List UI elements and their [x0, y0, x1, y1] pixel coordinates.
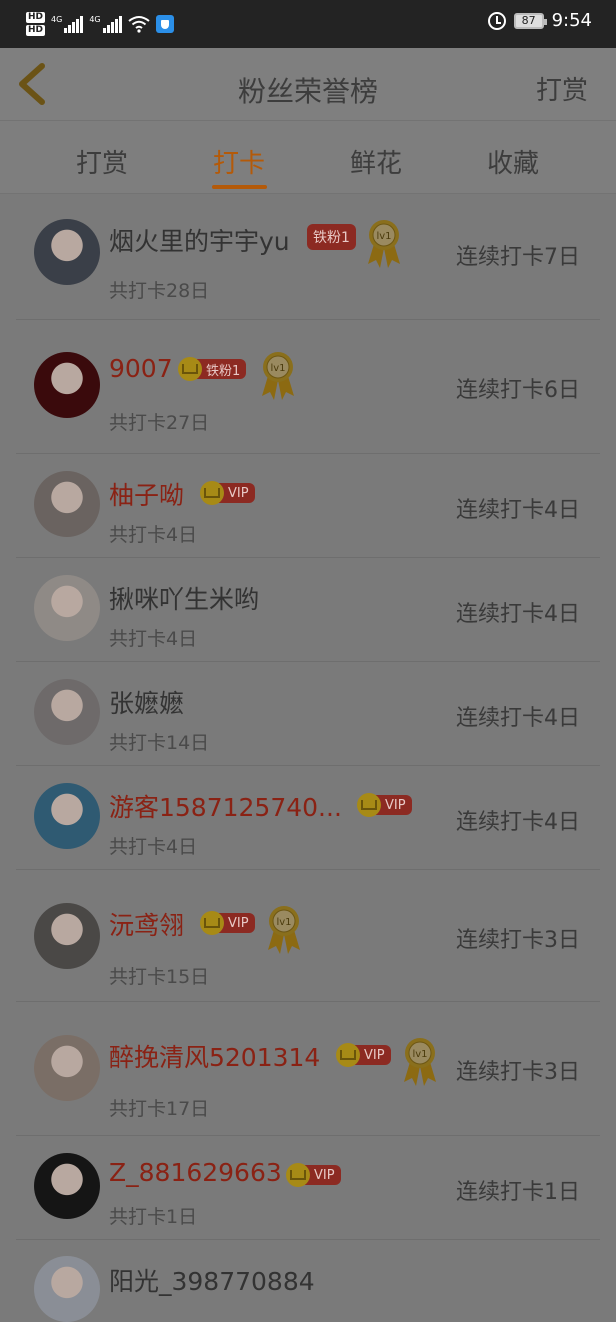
tab-checkin[interactable]: 打卡: [194, 143, 284, 180]
svg-text:lv1: lv1: [270, 363, 285, 374]
tab-bar: 打赏 打卡 鲜花 收藏: [0, 121, 616, 194]
nickname: 阳光_398770884: [109, 1267, 315, 1296]
net1-label: 4G: [51, 15, 63, 24]
nickname: 沅鸢翎: [109, 911, 185, 940]
avatar[interactable]: [34, 575, 100, 641]
list-item[interactable]: 揪咪吖生米哟共打卡4日 连续打卡4日: [0, 558, 616, 662]
streak-days: 连续打卡4日: [456, 810, 580, 835]
streak-days: 连续打卡3日: [456, 1060, 580, 1085]
crown-icon: [336, 1043, 360, 1067]
clock: 9:54: [551, 10, 592, 31]
total-checkins: 共打卡15日: [109, 966, 210, 988]
fan-level-badge: 铁粉1: [307, 224, 356, 250]
nickname: Z_881629663: [109, 1158, 282, 1187]
avatar[interactable]: [34, 219, 100, 285]
vip-badge: VIP: [200, 911, 255, 935]
list-item[interactable]: 9007 共打卡27日 连续打卡6日 铁粉1 lv1: [0, 320, 616, 454]
crown-icon: [200, 481, 224, 505]
alarm-icon: [487, 11, 506, 30]
battery-icon: 87: [513, 12, 547, 29]
streak-days: 连续打卡3日: [456, 928, 580, 953]
crown-icon: [357, 793, 381, 817]
crown-icon: [178, 357, 202, 381]
total-checkins: 共打卡17日: [109, 1098, 210, 1120]
battery-level: 87: [521, 14, 536, 27]
total-checkins: 共打卡4日: [109, 524, 198, 546]
vip-badge: VIP: [286, 1163, 341, 1187]
nickname: 揪咪吖生米哟: [109, 585, 260, 614]
medal-icon: lv1: [260, 350, 296, 400]
hd-indicators: HD HD: [26, 12, 46, 36]
vip-badge-label: 铁粉1: [196, 359, 247, 379]
streak-days: 连续打卡1日: [456, 1180, 580, 1205]
shield-icon: [155, 15, 174, 33]
hd2-icon: HD: [26, 25, 46, 36]
header: 粉丝荣誉榜 打赏: [0, 48, 616, 121]
vip-badge: VIP: [357, 793, 412, 817]
vip-badge: VIP: [336, 1043, 391, 1067]
total-checkins: 共打卡1日: [109, 1206, 198, 1228]
tab-active-indicator: [212, 185, 267, 189]
nickname: 醉挽清风5201314: [109, 1043, 321, 1072]
list-item[interactable]: Z_881629663 共打卡1日 连续打卡1日 VIP: [0, 1136, 616, 1240]
vip-badge: 铁粉1: [178, 357, 247, 381]
list-item[interactable]: 柚子呦共打卡4日 连续打卡4日 VIP: [0, 454, 616, 558]
vip-badge: VIP: [200, 481, 255, 505]
medal-icon: lv1: [266, 904, 302, 954]
avatar[interactable]: [34, 1256, 100, 1322]
nickname: 柚子呦: [109, 481, 185, 510]
medal-icon: lv1: [402, 1036, 438, 1086]
status-bar: HD HD 4G 4G 87 9:54: [0, 0, 616, 48]
list-item[interactable]: 醉挽清风5201314 共打卡17日 连续打卡3日 VIP lv1: [0, 1002, 616, 1136]
hd1-icon: HD: [26, 12, 46, 23]
streak-days: 连续打卡7日: [456, 245, 580, 270]
nickname: 9007: [109, 354, 173, 383]
medal-icon: lv1: [366, 218, 402, 268]
avatar[interactable]: [34, 471, 100, 537]
svg-text:lv1: lv1: [276, 917, 291, 928]
net2-label: 4G: [89, 15, 101, 24]
nickname: 烟火里的宇宇yu: [109, 227, 290, 256]
tab-flowers[interactable]: 鲜花: [331, 143, 421, 180]
list-item[interactable]: 沅鸢翎共打卡15日 连续打卡3日 VIP lv1: [0, 870, 616, 1002]
total-checkins: 共打卡4日: [109, 836, 198, 858]
reward-button[interactable]: 打赏: [536, 70, 588, 107]
status-left: HD HD 4G 4G: [26, 8, 174, 40]
streak-days: 连续打卡4日: [456, 602, 580, 627]
total-checkins: 共打卡27日: [109, 412, 210, 434]
avatar[interactable]: [34, 1035, 100, 1101]
crown-icon: [200, 911, 224, 935]
streak-days: 连续打卡6日: [456, 378, 580, 403]
total-checkins: 共打卡14日: [109, 732, 210, 754]
list-item[interactable]: 张嬷嬷共打卡14日 连续打卡4日: [0, 662, 616, 766]
svg-text:lv1: lv1: [376, 231, 391, 242]
nickname: 游客1587125740...: [109, 793, 342, 822]
avatar[interactable]: [34, 1153, 100, 1219]
nickname: 张嬷嬷: [109, 689, 185, 718]
signal2-icon: 4G: [89, 15, 122, 33]
total-checkins: 共打卡4日: [109, 628, 198, 650]
avatar[interactable]: [34, 679, 100, 745]
total-checkins: 共打卡28日: [109, 280, 210, 302]
avatar[interactable]: [34, 352, 100, 418]
status-right: 87 9:54: [487, 10, 592, 31]
avatar[interactable]: [34, 903, 100, 969]
list-item[interactable]: 游客1587125740... 共打卡4日 连续打卡4日 VIP: [0, 766, 616, 870]
crown-icon: [286, 1163, 310, 1187]
list-item[interactable]: 阳光_398770884: [0, 1240, 616, 1322]
streak-days: 连续打卡4日: [456, 498, 580, 523]
page-title: 粉丝荣誉榜: [237, 75, 378, 108]
tab-reward[interactable]: 打赏: [57, 143, 147, 180]
streak-days: 连续打卡4日: [456, 706, 580, 731]
svg-text:lv1: lv1: [412, 1049, 427, 1060]
wifi-icon: [127, 16, 150, 33]
tab-favorites[interactable]: 收藏: [468, 143, 558, 180]
avatar[interactable]: [34, 783, 100, 849]
signal1-icon: 4G: [51, 15, 84, 33]
list-item[interactable]: 烟火里的宇宇yu 共打卡28日 连续打卡7日 铁粉1 lv1: [0, 194, 616, 320]
